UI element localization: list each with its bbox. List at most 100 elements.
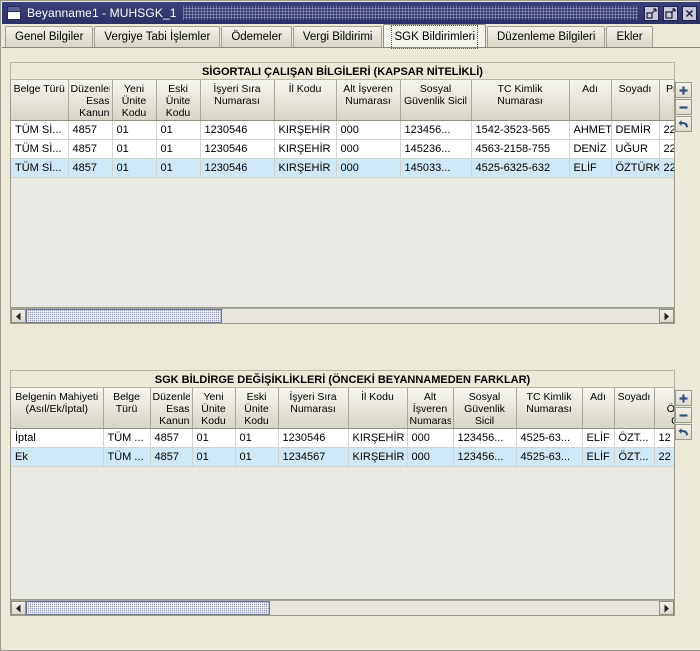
column-header[interactable]: Alt İşveren Numarası bbox=[407, 388, 454, 429]
column-header[interactable]: Sosyal Güvenlik Sicil bbox=[453, 388, 517, 429]
undo-button[interactable] bbox=[675, 116, 692, 132]
column-header[interactable]: Adı bbox=[582, 388, 615, 429]
column-header[interactable]: Düzenleme Esas Kanun bbox=[150, 388, 193, 429]
tab-sgk-bildirimleri[interactable]: SGK Bildirimleri bbox=[383, 24, 486, 49]
table-cell[interactable]: KIRŞEHİR bbox=[274, 120, 337, 140]
table-cell[interactable]: ELİF bbox=[582, 428, 615, 448]
table-cell[interactable]: 1230546 bbox=[278, 428, 349, 448]
tab-ekler[interactable]: Ekler bbox=[606, 26, 653, 47]
close-button[interactable] bbox=[682, 5, 697, 21]
table-row[interactable]: İptal TÜM ... 4857 01 01 1230546 KIRŞEHİR 000 12… bbox=[11, 428, 674, 448]
horizontal-scrollbar-degisiklik[interactable] bbox=[10, 600, 675, 616]
table-cell[interactable]: 01 bbox=[112, 158, 157, 178]
scrollbar-track[interactable] bbox=[26, 601, 659, 615]
table-cell[interactable]: 22 bbox=[654, 447, 674, 467]
tab-genel-bilgiler[interactable]: Genel Bilgiler bbox=[5, 26, 94, 47]
column-header[interactable]: TC Kimlik Numarası bbox=[471, 80, 570, 121]
column-header[interactable]: Prim Ödeme Günü bbox=[659, 80, 674, 121]
horizontal-scrollbar-sigortali[interactable] bbox=[10, 308, 675, 324]
tab-duzenleme-bilgileri[interactable]: Düzenleme Bilgileri bbox=[487, 26, 606, 47]
table-cell[interactable]: 4525-63... bbox=[516, 447, 583, 467]
column-header[interactable]: İşyeri Sıra Numarası bbox=[278, 388, 349, 429]
table-cell[interactable]: KIRŞEHİR bbox=[348, 447, 408, 467]
column-header[interactable]: Sosyal Güvenlik Sicil bbox=[400, 80, 472, 121]
table-cell[interactable]: 000 bbox=[336, 139, 401, 159]
table-sgk-bildirge-degisiklikleri[interactable]: Belgenin Mahiyeti (Asıl/Ek/İptal) Belge T… bbox=[10, 388, 675, 600]
table-cell[interactable]: 123456... bbox=[453, 447, 517, 467]
table-cell[interactable]: 22 bbox=[659, 120, 674, 140]
remove-row-button[interactable] bbox=[675, 407, 692, 423]
table-row[interactable]: Ek TÜM ... 4857 01 01 1234567 KIRŞEHİR 000 12345… bbox=[11, 447, 674, 467]
tab-odemeler[interactable]: Ödemeler bbox=[221, 26, 292, 47]
column-header[interactable]: Belgenin Mahiyeti (Asıl/Ek/İptal) bbox=[11, 388, 104, 429]
table-cell[interactable]: KIRŞEHİR bbox=[348, 428, 408, 448]
table-cell[interactable]: 145236... bbox=[400, 139, 472, 159]
table-cell[interactable]: 01 bbox=[156, 120, 201, 140]
table-cell[interactable]: ELİF bbox=[569, 158, 612, 178]
table-cell[interactable]: TÜM Sİ... bbox=[11, 120, 69, 140]
remove-row-button[interactable] bbox=[675, 99, 692, 115]
table-cell[interactable]: TÜM Sİ... bbox=[11, 139, 69, 159]
table-cell[interactable]: TÜM Sİ... bbox=[11, 158, 69, 178]
table-cell[interactable]: 4525-63... bbox=[516, 428, 583, 448]
table-cell[interactable]: ELİF bbox=[582, 447, 615, 467]
table-cell[interactable]: 000 bbox=[407, 428, 454, 448]
table-cell[interactable]: 1230546 bbox=[200, 158, 275, 178]
table-cell[interactable]: TÜM ... bbox=[103, 428, 151, 448]
table-cell[interactable]: 1542-3523-565 bbox=[471, 120, 570, 140]
add-row-button[interactable] bbox=[675, 82, 692, 98]
table-sigortali-calisan[interactable]: Belge Türü Düzenleme Esas Kanun Yeni Ünite… bbox=[10, 80, 675, 308]
table-cell[interactable]: 123456... bbox=[453, 428, 517, 448]
tab-vergiye-tabi-islemler[interactable]: Vergiye Tabi İşlemler bbox=[94, 26, 221, 47]
table-cell[interactable]: 4857 bbox=[68, 158, 113, 178]
table-cell[interactable]: 1234567 bbox=[278, 447, 349, 467]
scrollbar-track[interactable] bbox=[26, 309, 659, 323]
table-cell[interactable]: 1230546 bbox=[200, 139, 275, 159]
table-cell[interactable]: 22 bbox=[659, 158, 674, 178]
column-header[interactable]: Eski Ünite Kodu bbox=[235, 388, 279, 429]
scroll-left-button[interactable] bbox=[11, 309, 26, 323]
add-row-button[interactable] bbox=[675, 390, 692, 406]
table-cell[interactable]: Ek bbox=[11, 447, 104, 467]
table-cell[interactable]: 01 bbox=[112, 139, 157, 159]
restore-button[interactable] bbox=[644, 5, 659, 21]
scroll-right-button[interactable] bbox=[659, 601, 674, 615]
column-header[interactable]: Eski Ünite Kodu bbox=[156, 80, 201, 121]
column-header[interactable]: Belge Türü bbox=[103, 388, 151, 429]
table-cell[interactable]: 4857 bbox=[150, 428, 193, 448]
table-cell[interactable]: 4563-2158-755 bbox=[471, 139, 570, 159]
undo-button[interactable] bbox=[675, 424, 692, 440]
table-cell[interactable]: ÖZT... bbox=[614, 428, 655, 448]
table-cell[interactable]: 1230546 bbox=[200, 120, 275, 140]
table-cell[interactable]: 01 bbox=[192, 447, 236, 467]
column-header[interactable]: İl Kodu bbox=[348, 388, 408, 429]
column-header[interactable]: TC Kimlik Numarası bbox=[516, 388, 583, 429]
table-cell[interactable]: 4857 bbox=[68, 139, 113, 159]
table-cell[interactable]: TÜM ... bbox=[103, 447, 151, 467]
table-row[interactable]: TÜM Sİ... 4857 01 01 1230546 KIRŞEHİR 000 14503… bbox=[11, 158, 674, 178]
table-cell[interactable]: DEMİR bbox=[611, 120, 660, 140]
tab-vergi-bildirimi[interactable]: Vergi Bildirimi bbox=[292, 26, 383, 47]
maximize-button[interactable] bbox=[663, 5, 678, 21]
table-cell[interactable]: 123456... bbox=[400, 120, 472, 140]
table-cell[interactable]: AHMET bbox=[569, 120, 612, 140]
column-header[interactable]: Soyadı bbox=[611, 80, 660, 121]
column-header[interactable]: Düzenleme Esas Kanun bbox=[68, 80, 113, 121]
table-cell[interactable]: ÖZT... bbox=[614, 447, 655, 467]
table-cell[interactable]: KIRŞEHİR bbox=[274, 139, 337, 159]
column-header[interactable]: Yeni Ünite Kodu bbox=[192, 388, 236, 429]
column-header[interactable]: Belge Türü bbox=[11, 80, 69, 121]
table-cell[interactable]: 000 bbox=[407, 447, 454, 467]
table-cell[interactable]: 4857 bbox=[68, 120, 113, 140]
column-header[interactable]: İşyeri Sıra Numarası bbox=[200, 80, 275, 121]
table-cell[interactable]: 000 bbox=[336, 158, 401, 178]
table-row[interactable]: TÜM Sİ... 4857 01 01 1230546 KIRŞEHİR 000 14523… bbox=[11, 139, 674, 159]
table-cell[interactable]: 000 bbox=[336, 120, 401, 140]
table-cell[interactable]: 01 bbox=[235, 428, 279, 448]
table-cell[interactable]: İptal bbox=[11, 428, 104, 448]
scroll-left-button[interactable] bbox=[11, 601, 26, 615]
column-header[interactable]: Soyadı bbox=[614, 388, 655, 429]
column-header[interactable]: İl Kodu bbox=[274, 80, 337, 121]
table-cell[interactable]: 01 bbox=[192, 428, 236, 448]
table-cell[interactable]: DENİZ bbox=[569, 139, 612, 159]
